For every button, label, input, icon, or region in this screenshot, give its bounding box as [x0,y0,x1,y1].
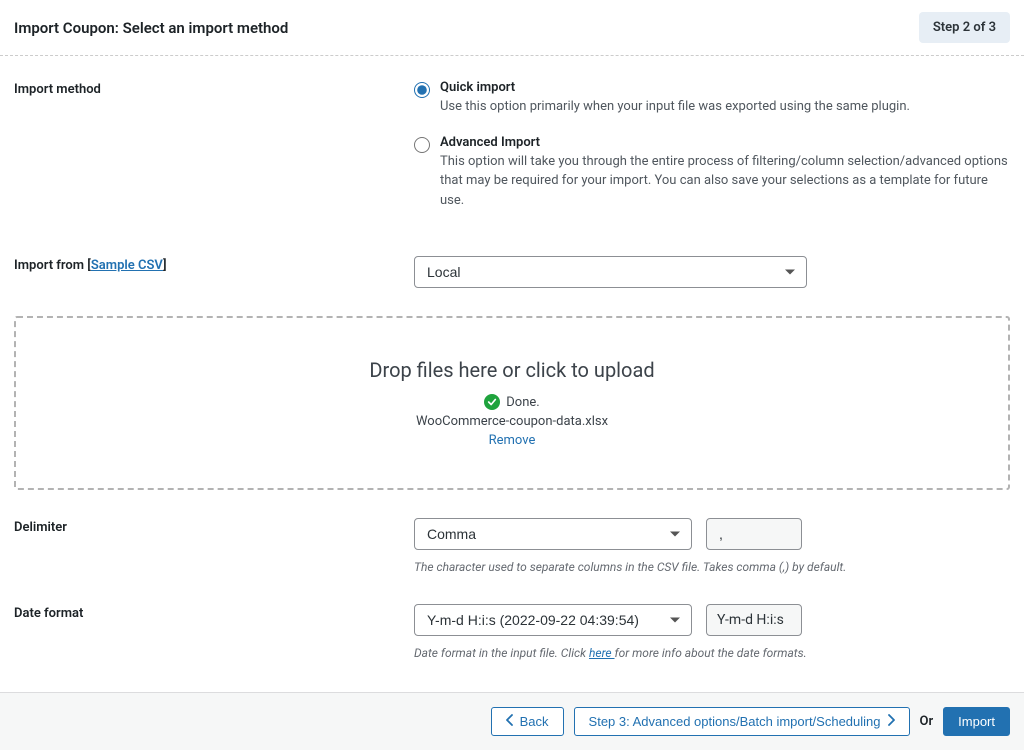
radio-advanced-input[interactable] [414,137,430,153]
row-delimiter: Delimiter Comma The character used to se… [14,518,1010,576]
dropzone-title: Drop files here or click to upload [36,358,988,382]
select-delimiter[interactable]: Comma [414,518,692,550]
select-import-from-wrap: Local [414,256,807,288]
label-date-format: Date format [14,604,414,662]
radio-advanced-import[interactable]: Advanced Import This option will take yo… [414,135,1010,211]
next-step-button[interactable]: Step 3: Advanced options/Batch import/Sc… [574,707,910,736]
radio-quick-import[interactable]: Quick import Use this option primarily w… [414,80,1010,117]
file-dropzone[interactable]: Drop files here or click to upload Done.… [14,316,1010,490]
done-text: Done. [506,395,539,410]
back-button[interactable]: Back [491,707,564,736]
date-help-link[interactable]: here [589,646,615,660]
import-from-prefix: Import from [ [14,258,91,273]
radio-quick-title: Quick import [440,80,1010,95]
uploaded-filename: WooCommerce-coupon-data.xlsx [36,414,988,429]
date-format-help: Date format in the input file. Click her… [414,644,1010,662]
chevron-right-icon [887,714,895,729]
row-date-format: Date format Y-m-d H:i:s (2022-09-22 04:3… [14,604,1010,662]
select-date-format[interactable]: Y-m-d H:i:s (2022-09-22 04:39:54) [414,604,692,636]
remove-file-link[interactable]: Remove [489,433,536,448]
label-import-from: Import from [Sample CSV] [14,256,414,288]
row-import-method: Import method Quick import Use this opti… [14,80,1010,228]
page-header: Import Coupon: Select an import method S… [0,0,1024,56]
field-date-format: Y-m-d H:i:s (2022-09-22 04:39:54) Y-m-d … [414,604,1010,662]
select-import-from[interactable]: Local [414,256,807,288]
radio-quick-input[interactable] [414,82,430,98]
next-label: Step 3: Advanced options/Batch import/Sc… [589,714,881,729]
field-import-method: Quick import Use this option primarily w… [414,80,1010,228]
step-badge: Step 2 of 3 [919,12,1010,43]
radio-advanced-desc: This option will take you through the en… [440,154,1008,208]
check-circle-icon [484,394,500,410]
chevron-left-icon [506,714,514,729]
date-help-prefix: Date format in the input file. Click [414,646,589,660]
radio-advanced-text: Advanced Import This option will take yo… [440,135,1010,211]
delimiter-help: The character used to separate columns i… [414,558,1010,576]
radio-quick-text: Quick import Use this option primarily w… [440,80,1010,117]
select-delimiter-wrap: Comma [414,518,692,550]
label-delimiter: Delimiter [14,518,414,576]
back-label: Back [520,714,549,729]
delimiter-char-input[interactable] [706,518,802,550]
radio-quick-desc: Use this option primarily when your inpu… [440,99,910,114]
form-content: Import method Quick import Use this opti… [0,56,1024,692]
radio-advanced-title: Advanced Import [440,135,1010,150]
or-text: Or [920,714,934,729]
import-button[interactable]: Import [943,707,1010,736]
upload-done-line: Done. [36,394,988,410]
field-delimiter: Comma The character used to separate col… [414,518,1010,576]
row-import-from: Import from [Sample CSV] Local [14,256,1010,288]
import-from-suffix: ] [163,258,167,273]
select-date-format-wrap: Y-m-d H:i:s (2022-09-22 04:39:54) [414,604,692,636]
date-help-suffix: for more info about the date formats. [615,646,807,660]
field-import-from: Local [414,256,1010,288]
page-title: Import Coupon: Select an import method [14,19,288,37]
label-import-method: Import method [14,80,414,228]
sample-csv-link[interactable]: Sample CSV [91,258,163,273]
footer-bar: Back Step 3: Advanced options/Batch impo… [0,692,1024,750]
date-format-display: Y-m-d H:i:s [706,604,802,636]
